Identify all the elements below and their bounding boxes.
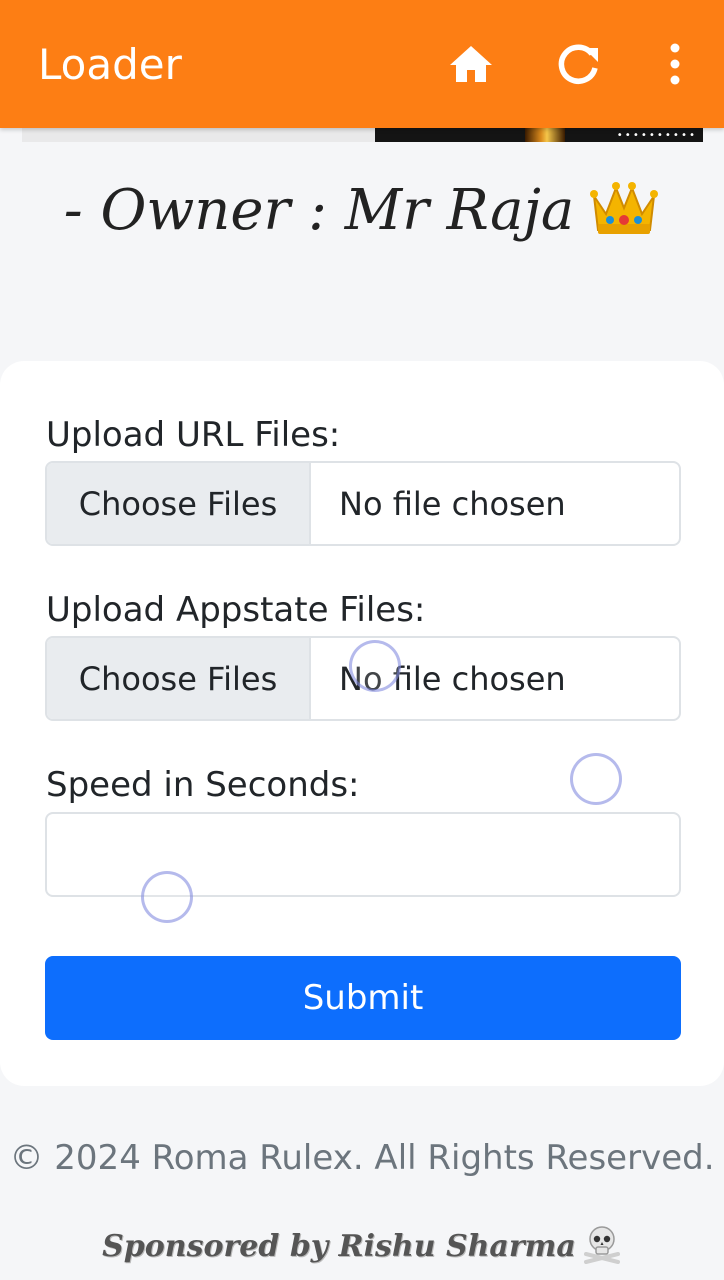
owner-text: - Owner : Mr Raja — [63, 178, 575, 243]
appstate-files-label: Upload Appstate Files: — [46, 590, 426, 630]
appstate-choose-files-button[interactable]: Choose Files — [47, 638, 311, 719]
sponsor-line: Sponsored by Rishu Sharma — [0, 1226, 724, 1268]
app-title: Loader — [38, 40, 182, 89]
skull-crossbones-icon — [583, 1226, 620, 1264]
refresh-icon — [558, 44, 598, 84]
appstate-files-input[interactable]: Choose Files No file chosen — [45, 636, 681, 721]
url-files-label: Upload URL Files: — [46, 415, 341, 455]
appstate-files-status: No file chosen — [339, 659, 566, 698]
url-files-input[interactable]: Choose Files No file chosen — [45, 461, 681, 546]
home-button[interactable] — [441, 34, 501, 94]
banner-flame-graphic — [525, 128, 565, 142]
more-vertical-icon — [670, 43, 680, 85]
speed-input[interactable] — [45, 812, 681, 897]
more-options-button[interactable] — [645, 34, 705, 94]
url-choose-files-button[interactable]: Choose Files — [47, 463, 311, 544]
banner-dots: •••••••••• — [616, 130, 697, 141]
app-bar: Loader — [0, 0, 724, 128]
submit-button[interactable]: Submit — [45, 956, 681, 1040]
home-icon — [450, 46, 492, 82]
refresh-button[interactable] — [548, 34, 608, 94]
url-files-status: No file chosen — [339, 484, 566, 523]
banner-image: •••••••••• — [375, 128, 703, 142]
owner-heading: - Owner : Mr Raja — [0, 178, 724, 248]
speed-label: Speed in Seconds: — [46, 765, 360, 805]
copyright-text: © 2024 Roma Rulex. All Rights Reserved. — [9, 1138, 715, 1178]
sponsor-text: Sponsored by Rishu Sharma — [102, 1229, 576, 1264]
crown-icon — [590, 181, 659, 234]
